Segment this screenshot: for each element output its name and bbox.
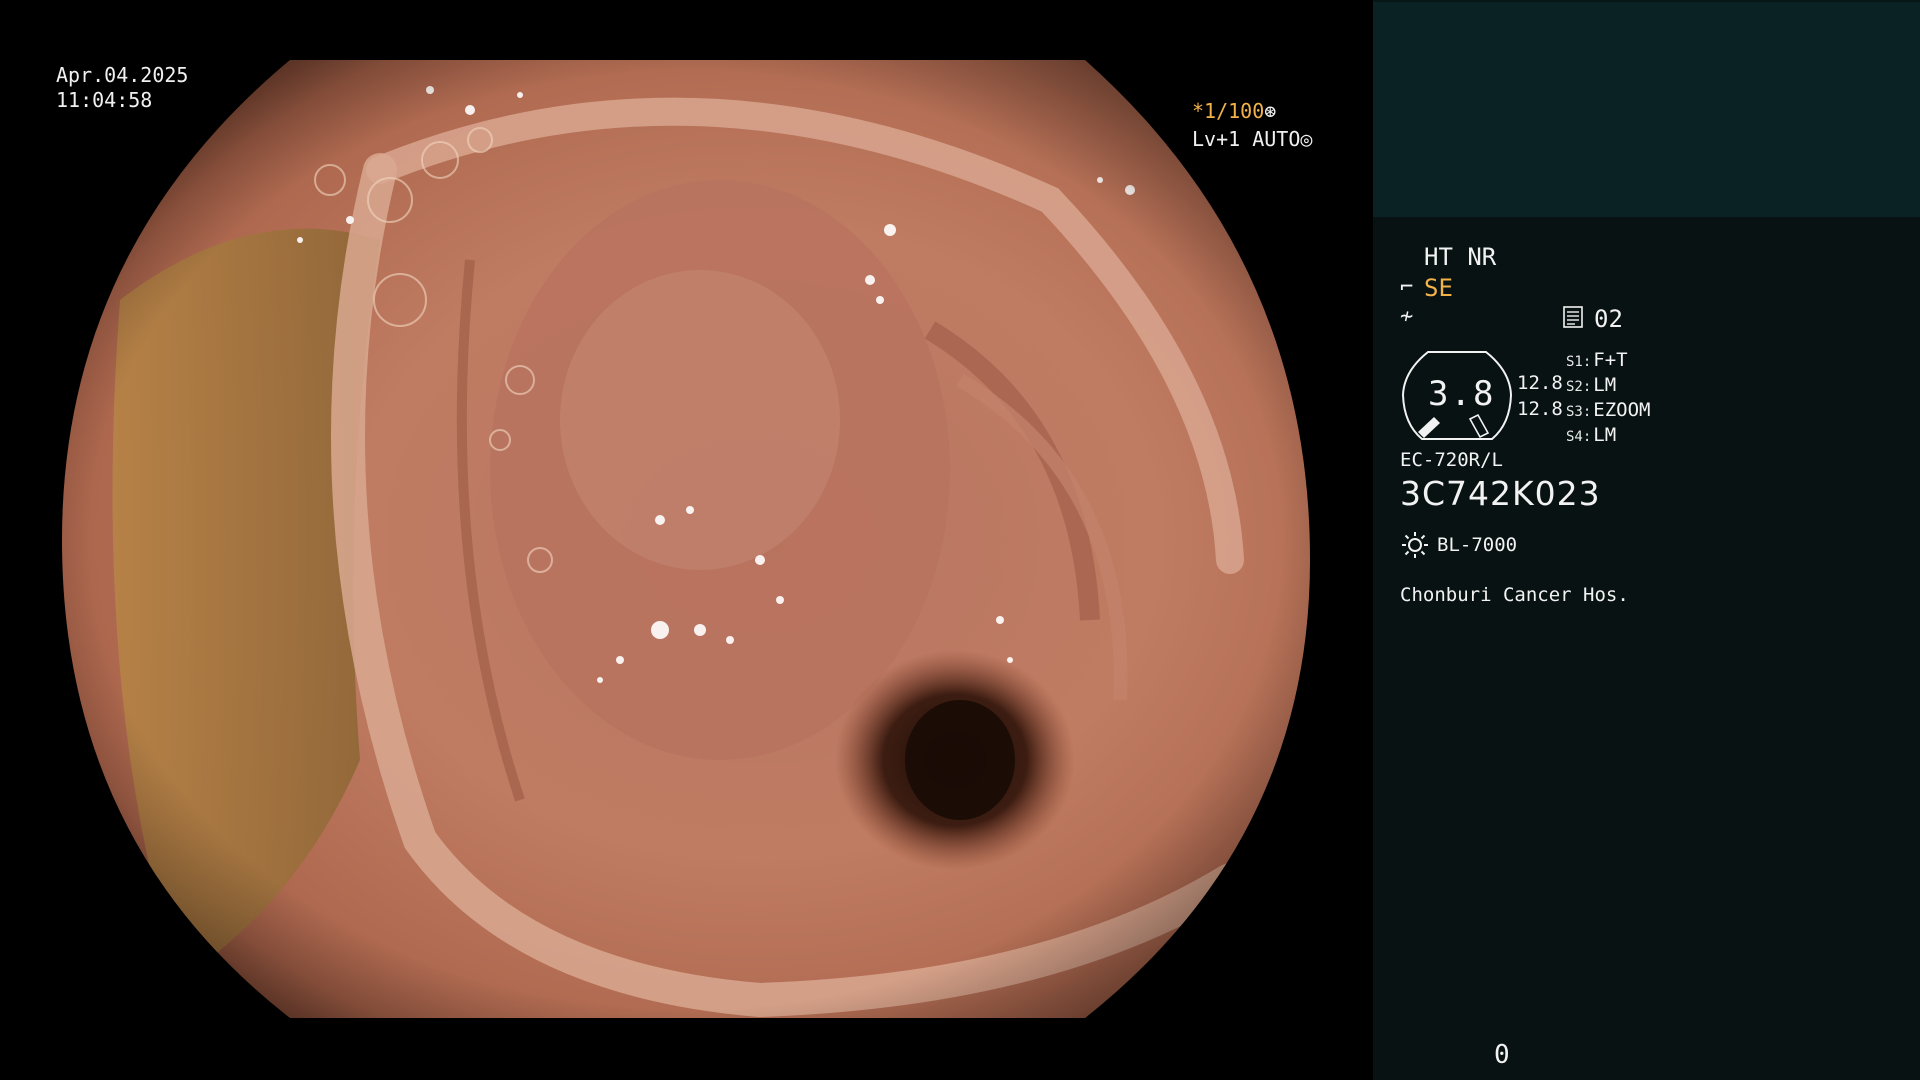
frame-counter: 0 [1494, 1040, 1510, 1070]
switch-value: F+T [1593, 349, 1628, 371]
magnification-top: 12.8 [1517, 372, 1563, 394]
thumbnail-area [1373, 0, 1920, 217]
structure-icon: ⌐ [1400, 275, 1414, 300]
switch-key: S2: [1566, 379, 1592, 395]
switch-key: S3: [1566, 404, 1592, 420]
endoscope-view: Apr.04.2025 11:04:58 *1/100⊛ Lv+1 AUTO◎ [0, 0, 1373, 1080]
date-text: Apr.04.2025 [56, 63, 189, 87]
scope-model: EC-720R/L [1400, 449, 1503, 471]
enhancement-label: HT NR [1424, 243, 1497, 271]
magnification-bottom: 12.8 [1517, 398, 1563, 420]
lamp-icon [1402, 532, 1428, 558]
scope-serial: 3C742K023 [1400, 474, 1601, 513]
level-text: Lv+1 AUTO [1192, 127, 1301, 151]
switch-row-4: S4: LM [1566, 424, 1616, 446]
light-source: BL-7000 [1437, 534, 1518, 556]
switch-row-3: S3: EZOOM [1566, 399, 1651, 421]
switch-value: EZOOM [1593, 399, 1651, 421]
switch-key: S4: [1566, 429, 1592, 445]
shutter-readout: *1/100⊛ [1192, 99, 1276, 124]
memo-value: 02 [1594, 305, 1623, 333]
switch-value: LM [1593, 424, 1617, 446]
colon-lumen-image [62, 60, 1310, 1018]
switch-key: S1: [1566, 354, 1592, 370]
switch-value: LM [1593, 374, 1617, 396]
endoscopy-monitor: Apr.04.2025 11:04:58 *1/100⊛ Lv+1 AUTO◎ … [0, 0, 1920, 1080]
shutter-prefix: * [1192, 99, 1205, 123]
aperture-icon: ⊛ [1264, 99, 1277, 123]
switch-row-1: S1: F+T [1566, 349, 1628, 371]
iris-icon: ◎ [1300, 127, 1313, 151]
zoom-value: 3.8 [1428, 374, 1496, 414]
shutter-speed: 1/100 [1204, 99, 1265, 123]
info-panel: HT NR ⌐ SE ≁ 02 3.8 12.8 12.8 S1: F+T S2:… [1373, 0, 1920, 1080]
hospital-name: Chonburi Cancer Hos. [1400, 584, 1629, 606]
time-text: 11:04:58 [56, 88, 153, 112]
level-readout: Lv+1 AUTO◎ [1192, 127, 1312, 152]
color-mode-icon: ≁ [1400, 304, 1414, 329]
switch-row-2: S2: LM [1566, 374, 1616, 396]
date-time-readout: Apr.04.2025 11:04:58 [56, 63, 188, 113]
structure-mode-label: SE [1424, 274, 1453, 302]
memo-icon [1563, 306, 1583, 328]
